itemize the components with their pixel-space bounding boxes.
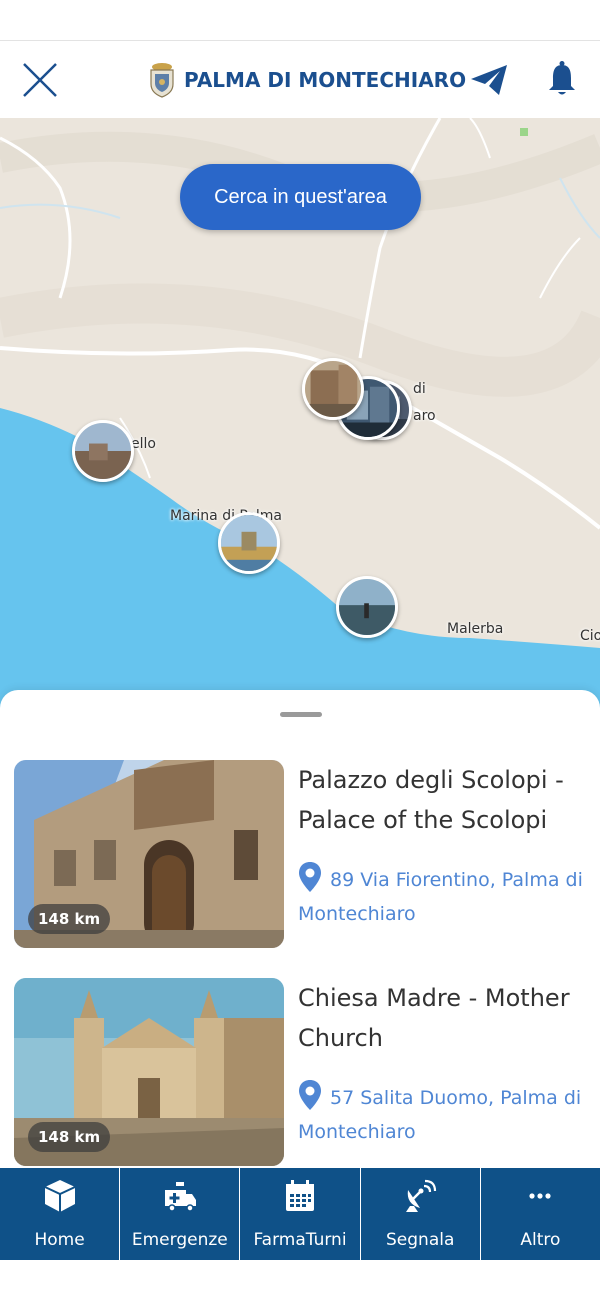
box-icon: [44, 1180, 76, 1212]
place-card[interactable]: 148 km Palazzo degli Scolopi - Palace of…: [14, 760, 586, 950]
tab-emergenze[interactable]: Emergenze: [120, 1168, 241, 1260]
map-label: ello: [131, 436, 156, 452]
map-marker[interactable]: [302, 358, 364, 420]
map-label: Malerba: [447, 621, 504, 637]
town-crest-icon: [150, 63, 174, 98]
tab-label: FarmaTurni: [253, 1230, 347, 1250]
share-button[interactable]: [469, 62, 509, 98]
tab-label: Altro: [520, 1230, 561, 1250]
location-pin-icon: [299, 1080, 321, 1110]
notifications-button[interactable]: [545, 60, 579, 98]
tab-label: Emergenze: [131, 1230, 228, 1250]
status-bar-area: [0, 0, 600, 41]
tab-altro[interactable]: Altro: [481, 1168, 600, 1260]
tab-label: Home: [34, 1230, 85, 1250]
tab-home[interactable]: Home: [0, 1168, 121, 1260]
tab-segnala[interactable]: Segnala: [361, 1168, 481, 1260]
search-this-area-button[interactable]: Cerca in quest'area: [180, 164, 421, 230]
place-address[interactable]: 57 Salita Duomo, Palma di Montechiaro: [298, 1080, 588, 1149]
bottom-safe-area: [0, 1260, 600, 1300]
brand: PALMA DI MONTECHIARO: [146, 60, 466, 100]
app-header: PALMA DI MONTECHIARO: [0, 42, 600, 118]
place-address-text: 89 Via Fiorentino, Palma di Montechiaro: [298, 869, 583, 925]
satellite-dish-icon: [406, 1179, 437, 1212]
paper-plane-icon: [471, 65, 507, 95]
bottom-tab-bar: Home Emergenze FarmaTurni Segnala Altro: [0, 1168, 600, 1260]
map-view[interactable]: Cerca in quest'area di aro ello Marina d…: [0, 118, 600, 718]
map-label: Cio: [580, 628, 600, 644]
marker-photo: [305, 361, 361, 417]
sheet-drag-handle[interactable]: [280, 712, 322, 717]
map-marker[interactable]: [218, 512, 280, 574]
ambulance-icon: [164, 1182, 196, 1212]
place-photo: 148 km: [14, 978, 284, 1166]
bell-icon: [549, 61, 575, 95]
marker-photo: [339, 579, 395, 635]
close-button[interactable]: [20, 60, 60, 100]
close-icon: [23, 63, 57, 97]
place-title: Palazzo degli Scolopi - Palace of the Sc…: [298, 766, 564, 834]
place-title: Chiesa Madre - Mother Church: [298, 984, 570, 1052]
calendar-icon: [286, 1180, 314, 1211]
place-address[interactable]: 89 Via Fiorentino, Palma di Montechiaro: [298, 862, 588, 931]
map-label: di: [413, 381, 426, 397]
place-address-text: 57 Salita Duomo, Palma di Montechiaro: [298, 1087, 582, 1143]
more-dots-icon: [529, 1193, 552, 1199]
location-pin-icon: [299, 862, 321, 892]
place-photo: 148 km: [14, 760, 284, 948]
tab-farmaturni[interactable]: FarmaTurni: [240, 1168, 361, 1260]
marker-photo: [221, 515, 277, 571]
marker-photo: [75, 423, 131, 479]
distance-badge: 148 km: [28, 1122, 111, 1152]
distance-badge: 148 km: [28, 904, 111, 934]
tab-label: Segnala: [386, 1230, 455, 1250]
brand-name: PALMA DI MONTECHIARO: [184, 68, 467, 92]
place-card[interactable]: 148 km Chiesa Madre - Mother Church 57 S…: [14, 978, 586, 1168]
map-marker[interactable]: [336, 576, 398, 638]
map-label: aro: [413, 408, 436, 424]
places-sheet: 148 km Palazzo degli Scolopi - Palace of…: [0, 690, 600, 1170]
map-marker[interactable]: [72, 420, 134, 482]
